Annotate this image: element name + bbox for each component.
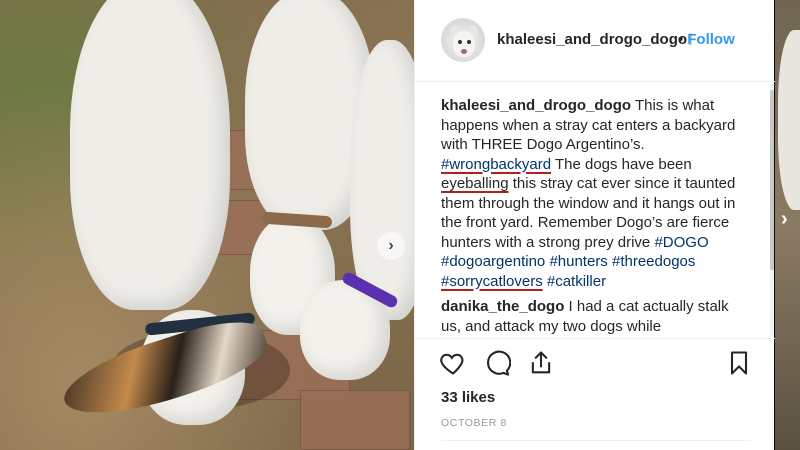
- hashtag-link[interactable]: #catkiller: [547, 273, 606, 290]
- avatar[interactable]: [441, 18, 485, 62]
- comments-scrollbar[interactable]: [770, 84, 774, 336]
- likes-count[interactable]: 33 likes: [441, 389, 495, 406]
- username-text[interactable]: khaleesi_and_drogo_dogo: [497, 31, 687, 48]
- heart-icon: [440, 353, 464, 375]
- instagram-post-view: › khaleesi_and_drogo_dogo • Follow khalee…: [0, 0, 800, 450]
- photo-brick: [300, 390, 410, 450]
- post-date: OCTOBER 8: [441, 417, 507, 429]
- comments-list[interactable]: khaleesi_and_drogo_dogo This is what hap…: [441, 96, 751, 336]
- post-photo[interactable]: ›: [0, 0, 414, 450]
- comment-bubble-icon: [487, 350, 512, 376]
- hashtag-link[interactable]: #threedogos: [612, 253, 695, 270]
- hashtag-link[interactable]: #dogoargentino: [441, 253, 545, 270]
- caption-author[interactable]: khaleesi_and_drogo_dogo: [441, 97, 631, 114]
- share-icon: [531, 351, 551, 374]
- save-button[interactable]: [725, 349, 753, 377]
- follow-label[interactable]: Follow: [687, 31, 735, 48]
- bookmark-icon: [730, 351, 748, 375]
- caption: khaleesi_and_drogo_dogo This is what hap…: [441, 96, 751, 291]
- underlined-word: eyeballing: [441, 175, 509, 192]
- scrollbar-thumb[interactable]: [770, 90, 774, 270]
- avatar-eye: [458, 40, 462, 44]
- hashtag-link[interactable]: #DOGO: [654, 234, 708, 251]
- chevron-right-icon: ›: [388, 237, 394, 254]
- carousel-next-button[interactable]: ›: [781, 208, 797, 238]
- like-button[interactable]: [439, 349, 467, 377]
- comment-button[interactable]: [483, 349, 512, 377]
- follow-button[interactable]: • Follow: [678, 31, 735, 48]
- caption-text: The dogs have been: [551, 155, 692, 173]
- photo-next-button[interactable]: ›: [377, 232, 405, 260]
- separator-dot: •: [678, 31, 684, 48]
- share-button[interactable]: [527, 349, 555, 377]
- post-header: khaleesi_and_drogo_dogo • Follow: [415, 0, 775, 82]
- comment-author[interactable]: danika_the_dogo: [441, 298, 564, 315]
- post-username[interactable]: khaleesi_and_drogo_dogo: [497, 31, 693, 48]
- divider: [441, 440, 751, 441]
- hashtag-link[interactable]: #sorrycatlovers: [441, 273, 543, 290]
- avatar-eye: [467, 40, 471, 44]
- hashtag-link[interactable]: #hunters: [549, 253, 607, 270]
- post-actions: 33 likes OCTOBER 8: [415, 338, 775, 450]
- comment-item: danika_the_dogo I had a cat actually sta…: [441, 297, 751, 336]
- dog-left-body: [70, 0, 230, 310]
- hashtag-link[interactable]: #wrongbackyard: [441, 156, 551, 173]
- chevron-right-icon: ›: [781, 208, 788, 230]
- avatar-nose: [461, 49, 467, 54]
- next-post-dog: [778, 30, 800, 210]
- post-side-panel: khaleesi_and_drogo_dogo • Follow khaleesi…: [414, 0, 775, 450]
